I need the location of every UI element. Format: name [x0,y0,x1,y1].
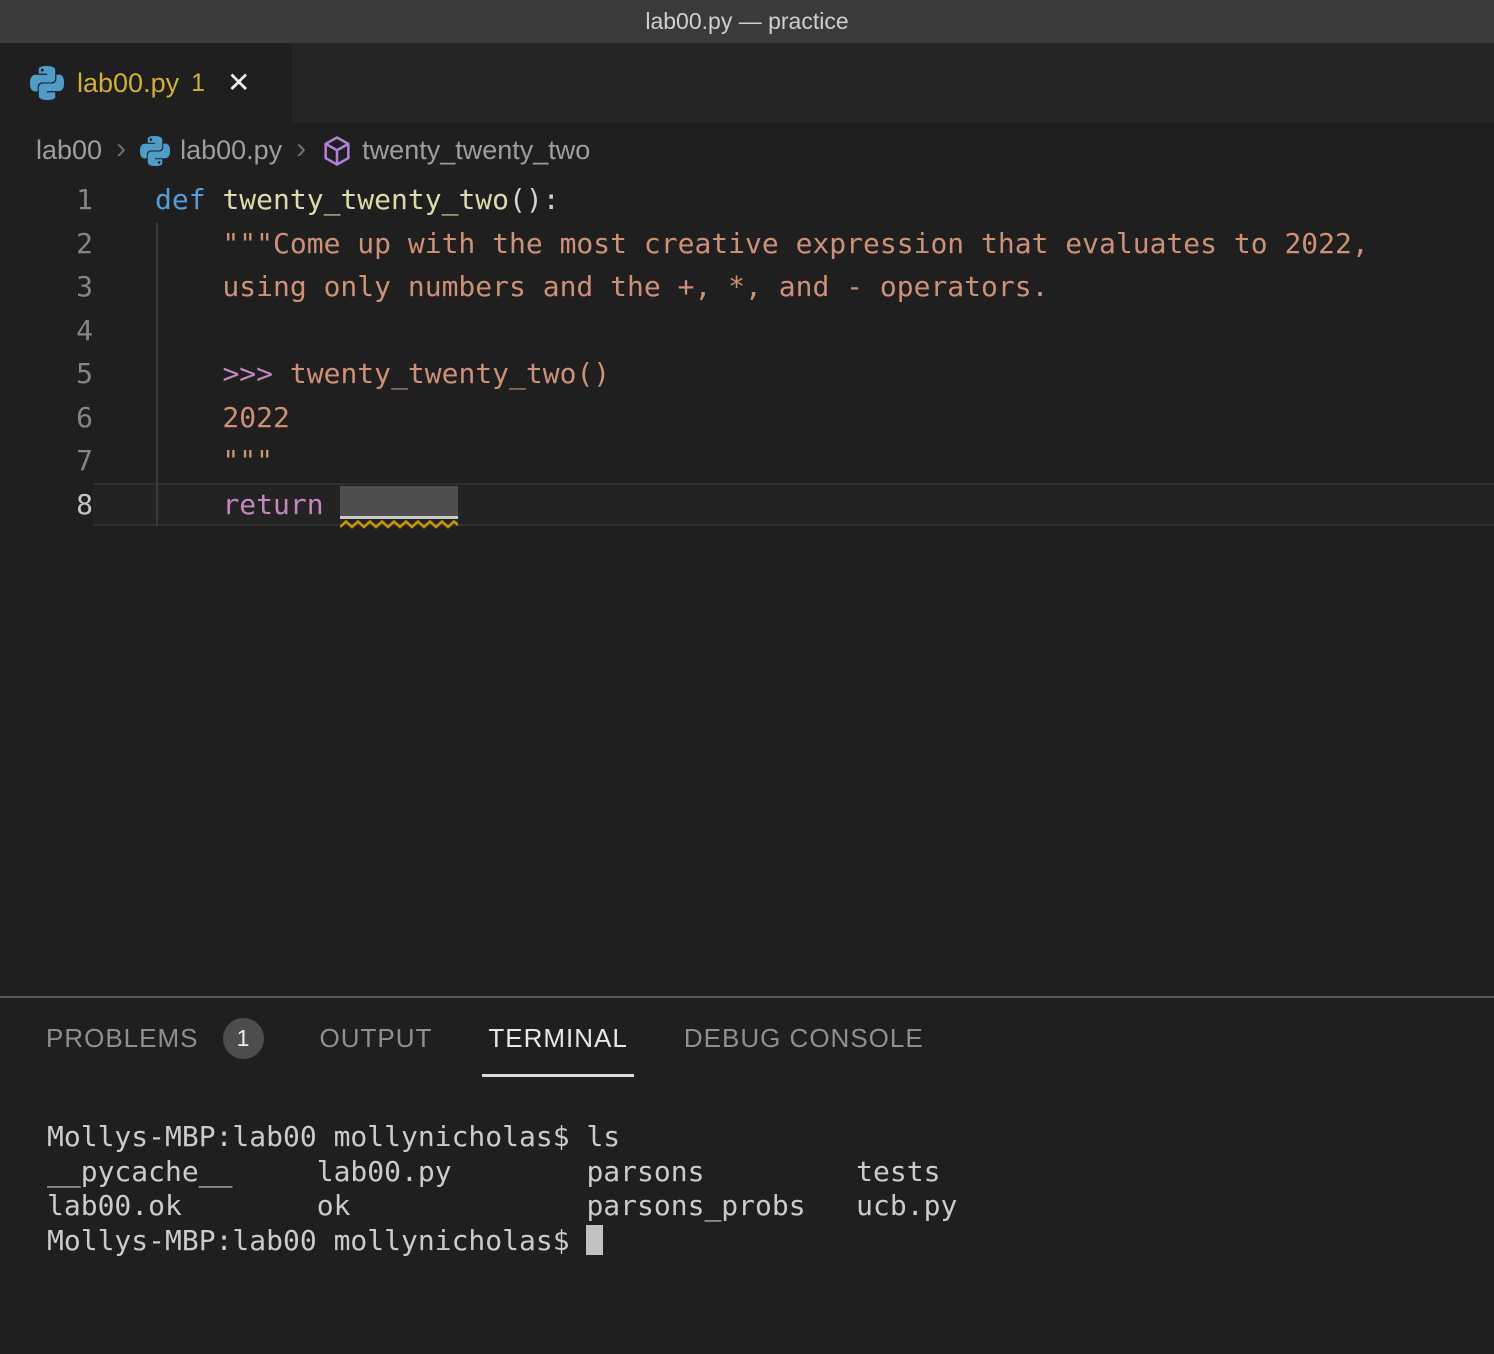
breadcrumb-folder[interactable]: lab00 [36,135,102,166]
line-number: 6 [0,396,93,440]
line-number: 2 [0,222,93,266]
problems-count-badge: 1 [223,1018,264,1059]
window-title: lab00.py — practice [645,8,848,35]
terminal-line: lab00.ok ok parsons_probs ucb.py [47,1189,1494,1224]
terminal-cursor [586,1225,603,1255]
code-line[interactable]: 6 2022 [0,396,1494,440]
code-line[interactable]: 2 """Come up with the most creative expr… [0,222,1494,266]
code-text: """ [93,439,1494,483]
window-titlebar: lab00.py — practice [0,0,1494,43]
terminal-line: Mollys-MBP:lab00 mollynicholas$ ls [47,1120,1494,1155]
indent-guide [156,223,158,526]
code-line[interactable]: 8 return [0,483,1494,527]
terminal-output[interactable]: Mollys-MBP:lab00 mollynicholas$ ls__pyca… [0,1078,1494,1258]
tab-problem-count: 1 [191,69,205,98]
panel-tab-bar: PROBLEMS 1 OUTPUT TERMINAL DEBUG CONSOLE [0,998,1494,1078]
chevron-right-icon: › [116,132,126,166]
code-text: """Come up with the most creative expres… [93,222,1494,266]
line-number: 7 [0,439,93,483]
terminal-line: __pycache__ lab00.py parsons tests [47,1155,1494,1190]
terminal-line: Mollys-MBP:lab00 mollynicholas$ [47,1224,1494,1259]
code-text: >>> twenty_twenty_two() [93,352,1494,396]
code-line[interactable]: 7 """ [0,439,1494,483]
tab-output-label: OUTPUT [320,1023,433,1054]
warning-squiggle [340,519,458,529]
breadcrumb-symbol[interactable]: twenty_twenty_two [362,135,590,166]
tab-problems-label: PROBLEMS [46,1023,199,1054]
code-lines: 1def twenty_twenty_two():2 """Come up wi… [0,178,1494,526]
tab-terminal-label: TERMINAL [488,1023,627,1054]
bottom-panel: PROBLEMS 1 OUTPUT TERMINAL DEBUG CONSOLE… [0,996,1494,1352]
code-text: 2022 [93,396,1494,440]
chevron-right-icon: › [296,132,306,166]
code-text [93,309,1494,353]
tab-debug-console[interactable]: DEBUG CONSOLE [684,998,924,1078]
line-number: 4 [0,309,93,353]
code-editor[interactable]: 1def twenty_twenty_two():2 """Come up wi… [0,178,1494,996]
close-icon[interactable]: ✕ [227,69,250,97]
python-icon [140,136,170,166]
line-number: 3 [0,265,93,309]
line-number: 8 [0,483,93,527]
selection-highlight [340,486,458,519]
editor-tab-bar: lab00.py 1 ✕ [0,43,1494,123]
breadcrumb-file[interactable]: lab00.py [180,135,282,166]
line-number: 1 [0,178,93,222]
code-text: return [93,483,1494,527]
tab-output[interactable]: OUTPUT [320,998,433,1078]
code-line[interactable]: 1def twenty_twenty_two(): [0,178,1494,222]
tab-terminal[interactable]: TERMINAL [488,998,627,1078]
code-line[interactable]: 4 [0,309,1494,353]
line-number: 5 [0,352,93,396]
python-icon [30,66,64,100]
code-text: def twenty_twenty_two(): [93,178,1494,222]
tab-problems[interactable]: PROBLEMS 1 [46,998,264,1078]
code-text: using only numbers and the +, *, and - o… [93,265,1494,309]
tab-filename: lab00.py [77,68,179,99]
breadcrumb: lab00 › lab00.py › twenty_twenty_two [0,123,1494,178]
tab-debug-console-label: DEBUG CONSOLE [684,1023,924,1054]
symbol-cube-icon [320,134,354,168]
code-line[interactable]: 5 >>> twenty_twenty_two() [0,352,1494,396]
code-line[interactable]: 3 using only numbers and the +, *, and -… [0,265,1494,309]
tab-lab00-py[interactable]: lab00.py 1 ✕ [0,43,292,123]
